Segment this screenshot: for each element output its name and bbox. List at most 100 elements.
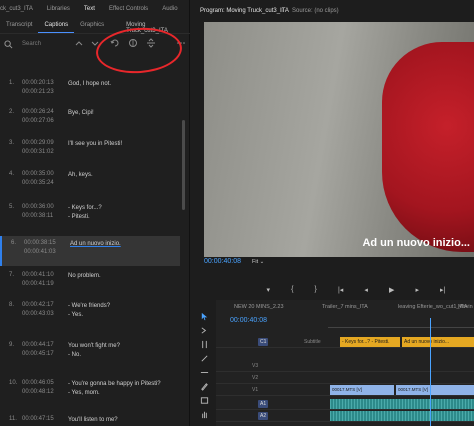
search-icon[interactable] — [4, 40, 13, 49]
caption-item[interactable]: 11. 00:00:47:15 You'll listen to me? — [0, 412, 180, 426]
tab-program-monitor[interactable]: Program: Moving Truck_cut3_ITA — [200, 8, 289, 14]
caption-text[interactable]: God, I hope not. — [68, 80, 111, 89]
caption-start-time[interactable]: 00:00:47:15 — [22, 416, 54, 422]
track-label: C1 — [260, 339, 267, 345]
caption-item[interactable]: 10. 00:00:46:05 00:00:48:12 - You're gon… — [0, 376, 180, 412]
caption-end-time[interactable]: 00:00:45:17 — [22, 351, 54, 357]
selection-tool-icon[interactable] — [200, 312, 209, 321]
chevron-up-icon[interactable] — [74, 38, 84, 48]
track-select-tool-icon[interactable] — [200, 326, 209, 335]
waveform — [330, 411, 474, 421]
caption-start-time[interactable]: 00:00:46:05 — [22, 380, 54, 386]
caption-text[interactable]: - Keys for...? - Pitesti. — [68, 204, 102, 222]
video-clip[interactable]: 00017.MTS [V] — [330, 385, 394, 395]
tab-sequence[interactable]: Movin — [458, 304, 473, 310]
search-input[interactable]: Search — [22, 41, 41, 47]
caption-index: 2. — [9, 109, 15, 115]
caption-text[interactable]: - We're friends? - Yes. — [68, 302, 110, 320]
video-track[interactable]: V2 — [216, 372, 474, 384]
tab-graphics[interactable]: Graphics — [74, 20, 110, 33]
zoom-level-value: Fit — [252, 259, 259, 265]
caption-clip[interactable]: Ad un nuovo inizio... — [402, 337, 474, 347]
tab-audio[interactable]: Audio — [162, 6, 177, 12]
tab-transcript[interactable]: Transcript — [0, 20, 38, 33]
slip-tool-icon[interactable] — [200, 368, 209, 377]
caption-start-time[interactable]: 00:00:26:24 — [22, 109, 54, 115]
tab-sequence[interactable]: Trailer_7 mins_ITA — [322, 304, 368, 310]
tab-libraries[interactable]: Libraries — [47, 6, 70, 12]
caption-item[interactable]: 4. 00:00:35:00 00:00:35:24 Ah, keys. — [0, 167, 180, 203]
caption-text[interactable]: Bye, Cipi! — [68, 109, 94, 118]
caption-text[interactable]: - You're gonna be happy in Pitesti? - Ye… — [68, 380, 161, 398]
tab-sequence[interactable]: NEW 20 MINS_2.23 — [234, 304, 284, 310]
caption-clip[interactable]: - Keys for...? - Pitesti. — [340, 337, 400, 347]
caption-scrollbar[interactable] — [182, 120, 185, 210]
text-panel: ck_cut3_ITA Libraries Text Effect Contro… — [0, 0, 190, 426]
video-track[interactable]: V1 00017.MTS [V] 00017.MTS [V] — [216, 384, 474, 396]
audio-track[interactable]: A2 — [216, 410, 474, 422]
caption-text[interactable]: You'll listen to me? — [68, 416, 118, 425]
subtitle-overlay[interactable]: Ad un nuovo inizio... — [362, 237, 470, 249]
tab-sequence[interactable]: ck_cut3_ITA — [0, 6, 33, 12]
video-track[interactable]: V3 — [216, 360, 474, 372]
tab-effect-controls[interactable]: Effect Controls — [109, 6, 148, 12]
audio-clip[interactable] — [330, 411, 474, 421]
mark-out-icon[interactable]: } — [315, 286, 317, 296]
step-forward-icon[interactable]: ▸ — [415, 286, 419, 296]
caption-item[interactable]: 8. 00:00:42:17 00:00:43:03 - We're frien… — [0, 298, 180, 334]
video-frame[interactable]: Ad un nuovo inizio... — [204, 22, 474, 257]
caption-end-time[interactable]: 00:00:41:19 — [22, 281, 54, 287]
caption-end-time[interactable]: 00:00:31:02 — [22, 149, 54, 155]
caption-start-time[interactable]: 00:00:38:15 — [24, 240, 56, 246]
menu-icon[interactable]: ≡ — [280, 8, 284, 14]
caption-end-time[interactable]: 00:00:27:06 — [22, 118, 54, 124]
go-to-in-icon[interactable]: |◂ — [338, 286, 343, 296]
step-back-icon[interactable]: ◂ — [364, 286, 368, 296]
caption-start-time[interactable]: 00:00:29:09 — [22, 140, 54, 146]
caption-start-time[interactable]: 00:00:35:00 — [22, 171, 54, 177]
video-clip[interactable]: 00017.MTS [V] — [396, 385, 474, 395]
caption-track[interactable]: C1 Subtitle - Keys for...? - Pitesti. Ad… — [216, 336, 474, 348]
caption-end-time[interactable]: 00:00:38:11 — [22, 213, 53, 219]
pen-tool-icon[interactable] — [200, 382, 209, 391]
caption-start-time[interactable]: 00:00:42:17 — [22, 302, 54, 308]
tab-text[interactable]: Text — [84, 6, 95, 12]
zoom-level-select[interactable]: Fit ⌄ — [252, 259, 264, 265]
caption-start-time[interactable]: 00:00:36:00 — [22, 204, 54, 210]
caption-start-time[interactable]: 00:00:44:17 — [22, 342, 54, 348]
caption-index: 7. — [9, 272, 15, 278]
caption-item[interactable]: 9. 00:00:44:17 00:00:45:17 You won't fig… — [0, 338, 180, 374]
play-icon[interactable]: ▶ — [389, 286, 394, 296]
caption-text[interactable]: Ad un nuovo inizio. — [70, 240, 121, 249]
caption-start-time[interactable]: 00:00:41:10 — [22, 272, 54, 278]
caption-index: 4. — [9, 171, 15, 177]
tab-captions[interactable]: Captions — [38, 20, 75, 33]
audio-clip[interactable] — [330, 399, 474, 409]
go-to-out-icon[interactable]: ▸| — [440, 286, 445, 296]
caption-end-time[interactable]: 00:00:21:23 — [22, 89, 54, 95]
caption-end-time[interactable]: 00:00:35:24 — [22, 180, 54, 186]
caption-end-time[interactable]: 00:00:43:03 — [22, 311, 54, 317]
caption-text[interactable]: Ah, keys. — [68, 171, 93, 180]
time-ruler[interactable] — [328, 318, 474, 328]
caption-text[interactable]: I'll see you in Pitesti! — [68, 140, 122, 149]
ripple-edit-tool-icon[interactable] — [200, 340, 209, 349]
caption-text[interactable]: You won't fight me? - No. — [68, 342, 120, 360]
caption-text[interactable]: No problem. — [68, 272, 101, 281]
caption-item[interactable]: 5. 00:00:36:00 00:00:38:11 - Keys for...… — [0, 200, 180, 236]
mark-in-icon[interactable]: { — [291, 286, 293, 296]
hand-tool-icon[interactable] — [200, 410, 209, 419]
tab-source-monitor[interactable]: Source: (no clips) — [292, 8, 339, 14]
playhead-timecode[interactable]: 00:00:40:08 — [204, 258, 241, 265]
audio-track[interactable]: A1 — [216, 398, 474, 410]
caption-end-time[interactable]: 00:00:41:03 — [24, 249, 56, 255]
timeline-timecode[interactable]: 00:00:40:08 — [230, 317, 267, 324]
razor-tool-icon[interactable] — [200, 354, 209, 363]
playhead[interactable] — [430, 318, 431, 426]
caption-end-time[interactable]: 00:00:48:12 — [22, 389, 54, 395]
tools-panel — [196, 302, 214, 426]
caption-start-time[interactable]: 00:00:20:13 — [22, 80, 54, 86]
caption-item-selected[interactable]: 6. 00:00:38:15 00:00:41:03 Ad un nuovo i… — [0, 236, 180, 266]
rectangle-tool-icon[interactable] — [200, 396, 209, 405]
add-marker-icon[interactable]: ▾ — [267, 286, 271, 296]
